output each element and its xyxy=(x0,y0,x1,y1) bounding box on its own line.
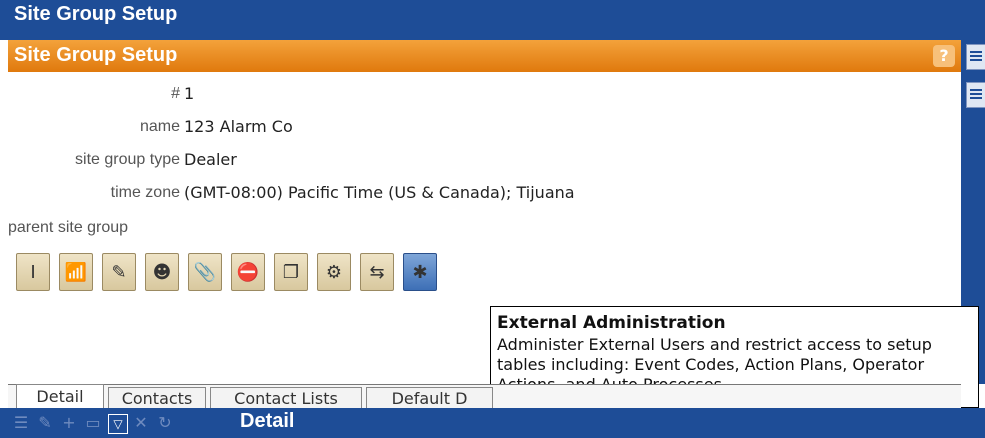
tab-contact-lists[interactable]: Contact Lists xyxy=(210,387,362,410)
refresh-icon[interactable]: ↻ xyxy=(156,414,174,432)
sidebar-list-icon[interactable] xyxy=(966,82,985,108)
detail-title: Detail xyxy=(240,410,295,432)
number-value: 1 xyxy=(184,84,195,103)
edit-icon[interactable]: ✎ xyxy=(36,414,54,432)
add-icon[interactable]: + xyxy=(60,414,78,432)
signal-icon[interactable]: 📶 xyxy=(59,253,93,291)
parent-site-group-label: parent site group xyxy=(8,219,129,236)
help-icon[interactable]: ? xyxy=(933,45,955,67)
panel-title: Site Group Setup xyxy=(14,44,178,66)
panel-header: Site Group Setup ? xyxy=(8,40,961,72)
delete-icon[interactable]: ✕ xyxy=(132,414,150,432)
stop-icon[interactable]: ⛔ xyxy=(231,253,265,291)
transfer-icon[interactable]: ⇆ xyxy=(360,253,394,291)
tooltip-title: External Administration xyxy=(497,313,726,333)
tab-default[interactable]: Default D xyxy=(366,387,493,410)
menu-icon[interactable]: ☰ xyxy=(12,414,30,432)
sidebar-menu-icon[interactable] xyxy=(966,44,985,70)
tab-contacts[interactable]: Contacts xyxy=(108,387,206,410)
notepad-icon[interactable]: ✎ xyxy=(102,253,136,291)
window-title-bar: Site Group Setup xyxy=(0,0,985,40)
time-zone-label: time zone xyxy=(110,184,180,201)
external-admin-icon[interactable]: ✱ xyxy=(403,253,437,291)
number-label: # xyxy=(171,85,180,102)
operator-icon[interactable]: ☻ xyxy=(145,253,179,291)
copy-icon[interactable]: ❐ xyxy=(274,253,308,291)
antenna-icon[interactable]: Ⅰ xyxy=(16,253,50,291)
window-title: Site Group Setup xyxy=(14,3,178,25)
hierarchy-icon[interactable]: ⚙ xyxy=(317,253,351,291)
time-zone-value: (GMT-08:00) Pacific Time (US & Canada); … xyxy=(184,183,575,202)
tab-detail[interactable]: Detail xyxy=(16,384,104,411)
filter-icon[interactable]: ▽ xyxy=(108,414,128,434)
name-label: name xyxy=(139,118,180,135)
paperclip-icon[interactable]: 📎 xyxy=(188,253,222,291)
name-value: 123 Alarm Co xyxy=(184,117,293,136)
detail-title-bar: ☰ ✎ + ▭ ▽ ✕ ↻ Detail xyxy=(0,408,985,438)
save-icon[interactable]: ▭ xyxy=(84,414,102,432)
site-group-type-label: site group type xyxy=(75,151,180,168)
tab-bar: Detail Contacts Contact Lists Default D xyxy=(8,384,961,411)
site-group-type-value: Dealer xyxy=(184,150,237,169)
